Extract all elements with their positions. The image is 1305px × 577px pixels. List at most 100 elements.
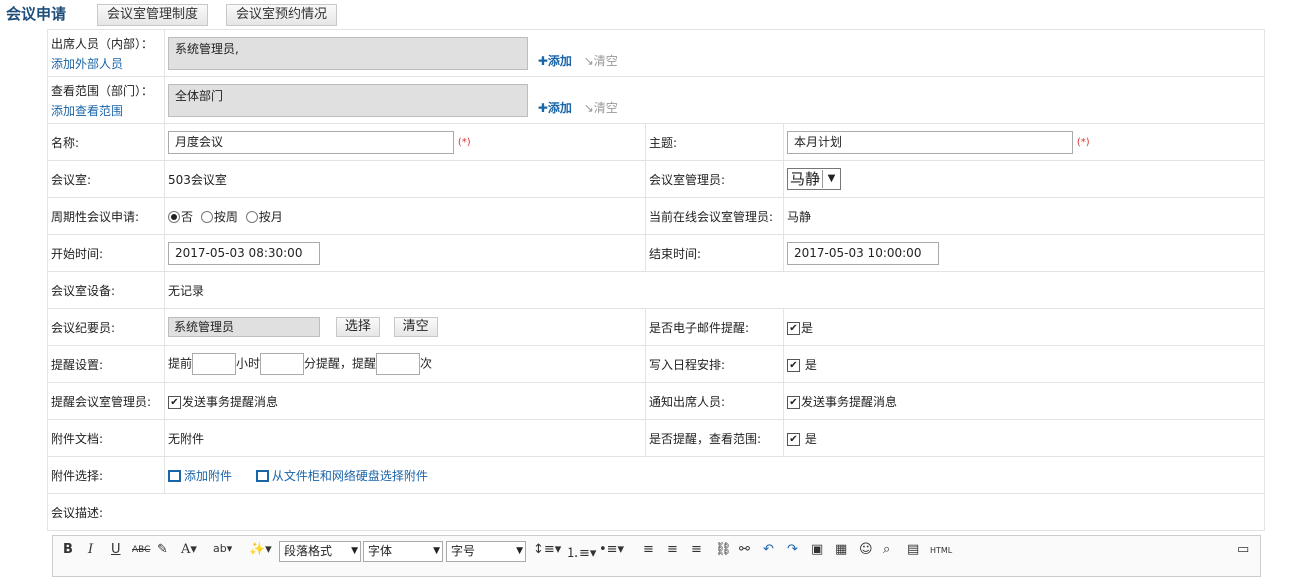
name-input[interactable]: 月度会议	[168, 130, 454, 154]
highlight-icon[interactable]: ab▾	[213, 542, 232, 555]
remind-hours-input[interactable]	[192, 353, 237, 375]
remind-scope-cell[interactable]: ✔ 是	[782, 419, 1266, 457]
name-row: 名称: 月度会议 (*) 主题: 本月计划 (*)	[47, 123, 1266, 161]
font-family-select[interactable]: 字体 ▼	[363, 541, 443, 562]
remind-scope-text: 是	[804, 431, 817, 446]
bold-icon[interactable]: B	[63, 542, 73, 557]
scope-row: 查看范围（部门）： 添加查看范围 全体部门 ✚添加 ↘清空	[47, 76, 1266, 124]
name-label: 名称:	[47, 123, 165, 161]
periodic-option-no[interactable]: 否	[168, 210, 193, 224]
recorder-clear-button[interactable]: 清空	[393, 317, 438, 337]
emoticon-icon[interactable]: ☺	[859, 542, 873, 557]
remind-scope-checkbox[interactable]: ✔	[787, 432, 800, 446]
align-right-icon[interactable]: ≡	[691, 542, 702, 557]
equipment-value: 无记录	[163, 271, 1266, 309]
attendees-textarea[interactable]: 系统管理员,	[168, 36, 528, 70]
remind-admin-checkbox[interactable]: ✔	[168, 395, 181, 409]
end-cell: 2017-05-03 10:00:00	[782, 234, 1266, 272]
notify-checkbox[interactable]: ✔	[787, 395, 800, 409]
magic-wand-icon[interactable]: ✨▾	[249, 542, 272, 557]
attendees-label-cell: 出席人员（内部）： 添加外部人员	[47, 29, 165, 77]
line-height-icon[interactable]: ↕≡▾	[533, 542, 561, 557]
email-remind-text: 是	[801, 320, 814, 335]
schedule-checkbox[interactable]: ✔	[787, 358, 800, 372]
recorder-input[interactable]: 系统管理员	[168, 317, 320, 337]
email-remind-cell[interactable]: ✔ 是	[782, 308, 1266, 346]
remind-minutes-input[interactable]	[260, 353, 305, 375]
paragraph-format-select[interactable]: 段落格式 ▼	[279, 541, 361, 562]
italic-icon[interactable]: I	[88, 542, 93, 557]
time-row: 开始时间: 2017-05-03 08:30:00 结束时间: 2017-05-…	[47, 234, 1266, 272]
fullscreen-icon[interactable]: ▭	[1237, 542, 1249, 557]
underline-icon[interactable]: U	[111, 542, 121, 557]
notify-text: 发送事务提醒消息	[801, 394, 898, 409]
scope-clear-button[interactable]: ↘清空	[584, 101, 618, 115]
rich-text-editor: B I U ABC ✎ A▾ ab▾ ✨▾ 段落格式 ▼ 字体 ▼ 字号 ▼ ↕≡▾ …	[52, 535, 1261, 577]
attachment-select-row: 附件选择: 添加附件 从文件柜和网络硬盘选择附件	[47, 456, 1266, 494]
font-size-select[interactable]: 字号 ▼	[446, 541, 526, 562]
align-center-icon[interactable]: ≡	[667, 542, 678, 557]
remind-label: 提醒设置:	[47, 345, 165, 383]
template-icon[interactable]: ▤	[907, 542, 919, 557]
image-icon[interactable]: ▣	[811, 542, 823, 557]
remind-times-input[interactable]	[376, 353, 421, 375]
schedule-text: 是	[804, 357, 817, 372]
attachment-select-label: 附件选择:	[47, 456, 165, 494]
undo-icon[interactable]: ↶	[763, 542, 774, 557]
periodic-option-monthly[interactable]: 按月	[245, 210, 283, 224]
eraser-icon[interactable]: ✎	[157, 542, 168, 557]
add-scope-link[interactable]: 添加查看范围	[51, 102, 161, 119]
attendees-add-button[interactable]: ✚添加	[538, 54, 572, 68]
room-value: 503会议室	[164, 160, 646, 198]
attachment-doc-label: 附件文档:	[47, 419, 165, 457]
email-remind-checkbox[interactable]: ✔	[787, 321, 800, 335]
tab-room-reservations[interactable]: 会议室预约情况	[226, 4, 338, 26]
description-label: 会议描述:	[46, 493, 1266, 531]
cabinet-attachment-link[interactable]: 从文件柜和网络硬盘选择附件	[255, 469, 428, 483]
align-left-icon[interactable]: ≡	[643, 542, 654, 557]
room-admin-label: 会议室管理员:	[645, 160, 784, 198]
attachment-select-cell: 添加附件 从文件柜和网络硬盘选择附件	[163, 456, 1266, 494]
unordered-list-icon[interactable]: •≡▾	[599, 542, 624, 557]
scope-cell: 全体部门 ✚添加 ↘清空	[163, 76, 1266, 124]
ordered-list-icon[interactable]: ⒈≡▾	[566, 542, 596, 561]
recorder-select-button[interactable]: 选择	[335, 317, 380, 337]
strikethrough-icon[interactable]: ABC	[132, 545, 150, 555]
periodic-row: 周期性会议申请: 否 按周 按月 当前在线会议室管理员: 马静	[47, 197, 1266, 235]
unlink-icon[interactable]: ⚯	[739, 542, 750, 557]
attachment-doc-value: 无附件	[164, 419, 646, 457]
online-admin-label: 当前在线会议室管理员:	[645, 197, 784, 235]
subject-cell: 本月计划 (*)	[782, 123, 1266, 161]
link-icon[interactable]: ⛓	[715, 542, 732, 557]
remind-cell: 提前 小时 分提醒，提醒 次	[164, 345, 646, 383]
remind-admin-row: 提醒会议室管理员: ✔ 发送事务提醒消息 通知出席人员: ✔ 发送事务提醒消息	[47, 382, 1266, 420]
html-source-icon[interactable]: HTML	[930, 546, 952, 555]
chevron-down-icon: ▼	[822, 170, 840, 188]
remind-hours-text: 小时	[236, 356, 261, 371]
subject-input[interactable]: 本月计划	[787, 130, 1073, 154]
attachment-doc-row: 附件文档: 无附件 是否提醒，查看范围: ✔ 是	[47, 419, 1266, 457]
scope-add-button[interactable]: ✚添加	[538, 101, 572, 115]
search-icon[interactable]: ⌕	[883, 542, 890, 557]
scope-textarea[interactable]: 全体部门	[168, 83, 528, 117]
font-color-icon[interactable]: A▾	[181, 542, 197, 557]
attendees-cell: 系统管理员, ✚添加 ↘清空	[163, 29, 1266, 77]
name-required-mark: (*)	[457, 136, 471, 148]
email-remind-label: 是否电子邮件提醒:	[645, 308, 784, 346]
description-row: 会议描述:	[46, 493, 1266, 531]
redo-icon[interactable]: ↷	[787, 542, 798, 557]
table-icon[interactable]: ▦	[835, 542, 847, 557]
add-attachment-link[interactable]: 添加附件	[168, 469, 232, 483]
room-admin-select[interactable]: 马静 ▼	[787, 168, 842, 190]
schedule-label: 写入日程安排:	[645, 345, 784, 383]
start-time-input[interactable]: 2017-05-03 08:30:00	[168, 241, 320, 265]
add-external-link[interactable]: 添加外部人员	[51, 55, 161, 72]
tab-room-rules[interactable]: 会议室管理制度	[97, 4, 209, 26]
schedule-cell[interactable]: ✔ 是	[782, 345, 1266, 383]
notify-cell[interactable]: ✔ 发送事务提醒消息	[782, 382, 1266, 420]
periodic-option-weekly[interactable]: 按周	[200, 210, 238, 224]
attendees-clear-button[interactable]: ↘清空	[584, 54, 618, 68]
remind-admin-text: 发送事务提醒消息	[182, 394, 279, 409]
end-time-input[interactable]: 2017-05-03 10:00:00	[787, 241, 939, 265]
remind-admin-cell[interactable]: ✔ 发送事务提醒消息	[164, 382, 646, 420]
